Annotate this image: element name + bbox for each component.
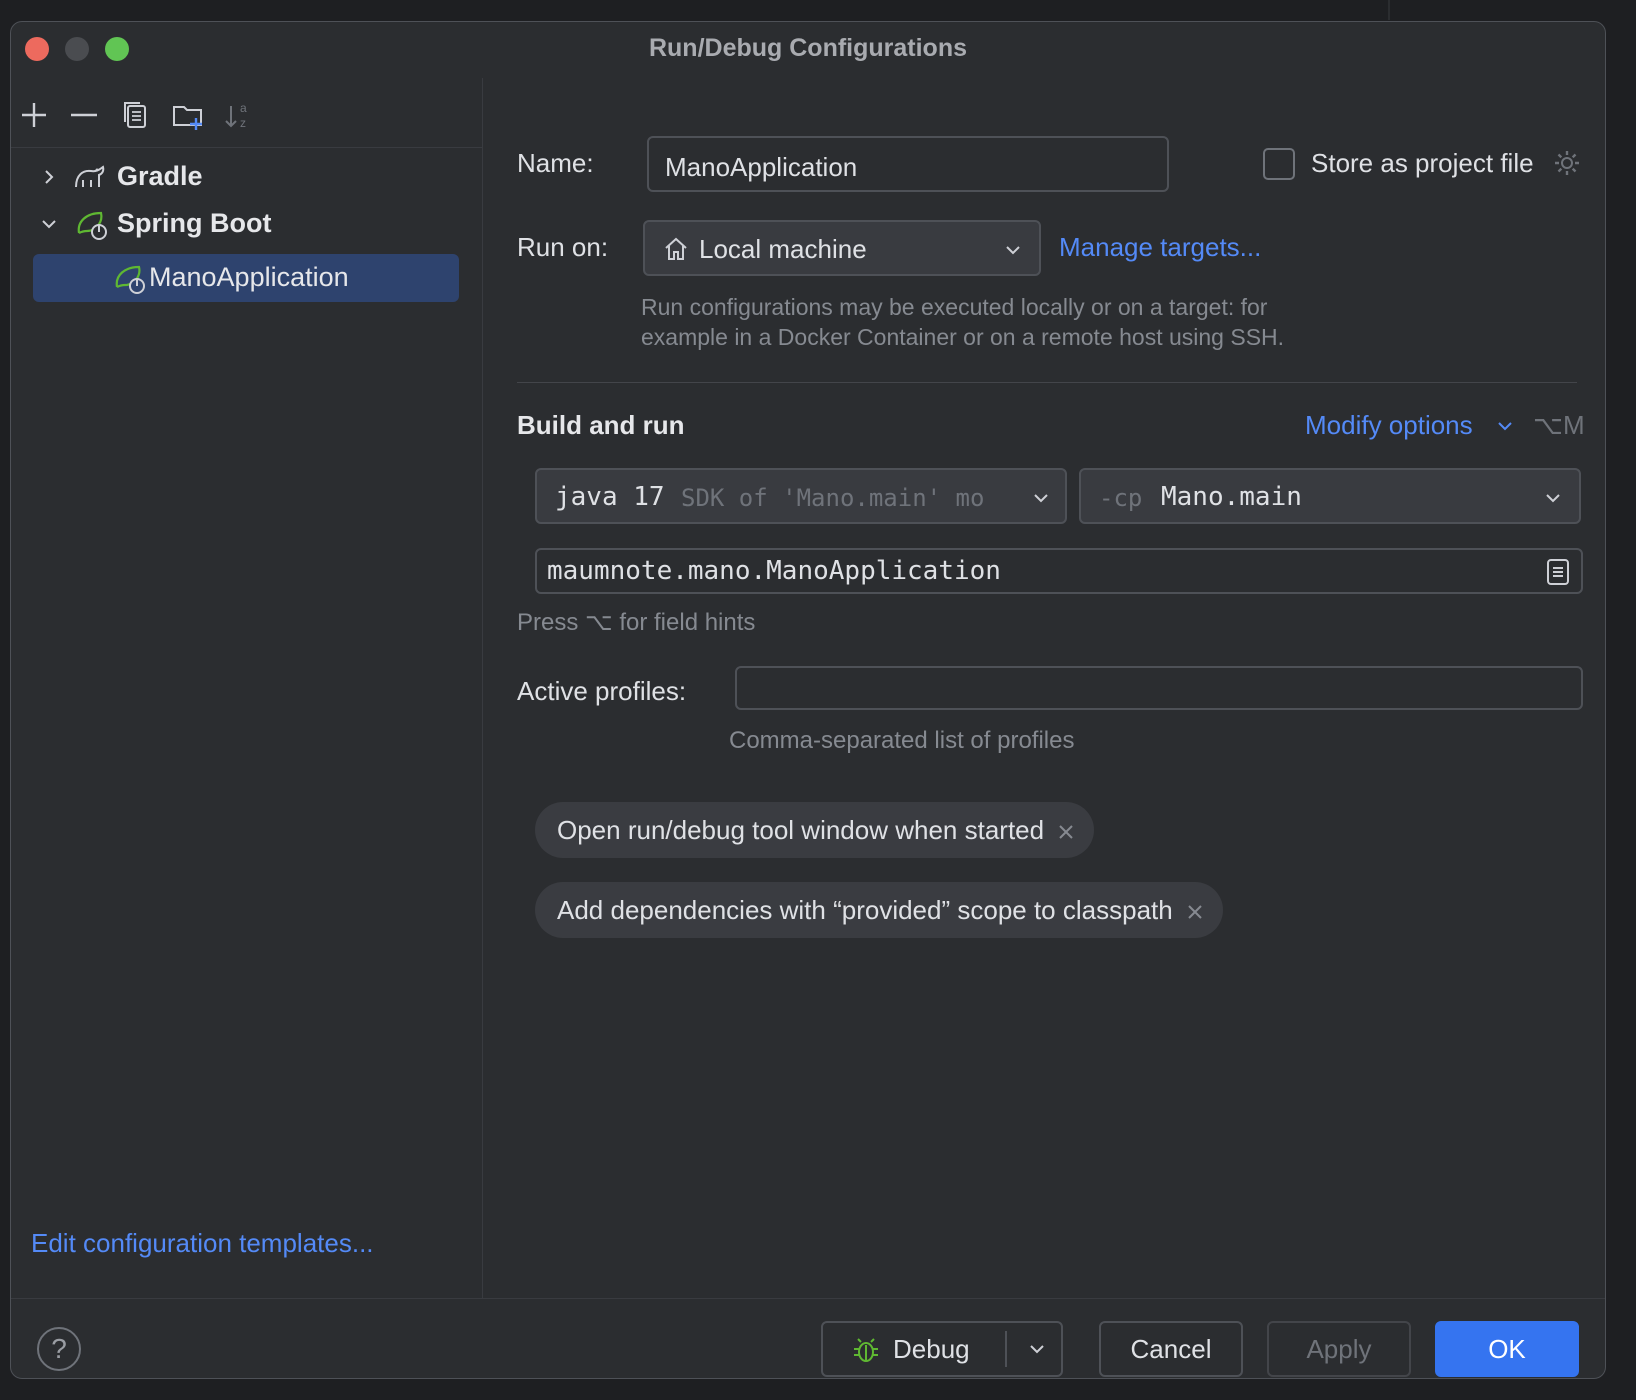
run-on-hint-line-2: example in a Docker Container or on a re… (641, 324, 1285, 350)
manage-targets-link[interactable]: Manage targets... (1059, 232, 1261, 263)
run-on-value: Local machine (699, 234, 867, 264)
chevron-down-icon[interactable] (39, 214, 59, 234)
run-on-hint-line-1: Run configurations may be executed local… (641, 294, 1268, 320)
tree-item-gradle[interactable]: Gradle (11, 154, 482, 200)
chevron-right-icon[interactable] (39, 167, 59, 187)
browse-class-icon[interactable] (1545, 558, 1571, 586)
debug-button[interactable]: Debug (823, 1323, 1003, 1375)
active-profiles-field[interactable] (735, 666, 1583, 710)
field-hint: Press ⌥ for field hints (517, 609, 756, 636)
classpath-prefix: -cp (1099, 484, 1143, 512)
spring-boot-icon (77, 211, 107, 240)
name-field[interactable]: ManoApplication (647, 136, 1169, 192)
tree-label-mano-application: ManoApplication (149, 262, 349, 292)
close-icon[interactable] (1056, 822, 1076, 842)
copy-icon[interactable] (119, 98, 153, 132)
apply-button[interactable]: Apply (1267, 1321, 1411, 1377)
chip-label: Open run/debug tool window when started (557, 815, 1045, 845)
dialog-title: Run/Debug Configurations (648, 34, 968, 62)
jdk-dropdown[interactable]: java 17 SDK of 'Mano.main' mo (535, 468, 1067, 524)
tree-label-spring-boot: Spring Boot (117, 208, 272, 238)
edit-configuration-templates-link[interactable]: Edit configuration templates... (31, 1228, 374, 1259)
classpath-value: Mano.main (1161, 482, 1302, 512)
tree-item-spring-boot[interactable]: Spring Boot (11, 201, 482, 247)
chevron-down-icon[interactable] (1495, 416, 1515, 436)
help-button[interactable]: ? (37, 1327, 81, 1371)
run-on-dropdown[interactable]: Local machine (643, 220, 1041, 276)
chip-label: Add dependencies with “provided” scope t… (557, 895, 1173, 925)
ok-button[interactable]: OK (1435, 1321, 1579, 1377)
section-separator (517, 382, 1577, 383)
background-editor-edge (1388, 0, 1390, 20)
main-class-value: maumnote.mano.ManoApplication (547, 556, 1001, 586)
debug-split-button: Debug (821, 1321, 1063, 1377)
dialog-button-bar: ? Debug Cancel Apply OK (11, 1298, 1605, 1378)
store-as-project-file-label: Store as project file (1311, 148, 1534, 178)
sort-icon[interactable]: a z (223, 98, 257, 132)
bug-icon (854, 1338, 878, 1362)
modify-options-shortcut: ⌥M (1533, 410, 1585, 440)
cancel-button[interactable]: Cancel (1099, 1321, 1243, 1377)
split-divider (1005, 1331, 1007, 1367)
name-label: Name: (517, 148, 594, 178)
gradle-icon (75, 165, 105, 188)
svg-text:a: a (240, 101, 247, 115)
spring-boot-icon (115, 265, 145, 294)
run-debug-dialog: Run/Debug Configurations a z Gradle Spri… (10, 21, 1606, 1379)
option-chip-provided-scope: Add dependencies with “provided” scope t… (535, 882, 1223, 938)
chevron-down-icon (1006, 246, 1020, 255)
store-as-project-file-checkbox[interactable] (1263, 148, 1295, 180)
option-chip-open-tool-window: Open run/debug tool window when started (535, 802, 1095, 858)
chevron-down-icon[interactable] (1027, 1339, 1047, 1359)
build-and-run-heading: Build and run (517, 410, 685, 440)
run-on-label: Run on: (517, 232, 609, 262)
modify-options-link[interactable]: Modify options (1305, 410, 1473, 441)
remove-icon[interactable] (67, 98, 101, 132)
configuration-form: Name: ManoApplication Store as project f… (483, 78, 1605, 1298)
svg-text:z: z (240, 116, 246, 130)
gear-icon[interactable] (1552, 148, 1582, 178)
jdk-value: java 17 (555, 482, 665, 512)
tree-toolbar: a z (11, 78, 482, 148)
chevron-down-icon (1034, 494, 1048, 503)
chevron-down-icon (1546, 494, 1560, 503)
configurations-tree-pane: a z Gradle Spring Boot ManoApplication E… (11, 78, 483, 1298)
add-icon[interactable] (17, 98, 51, 132)
active-profiles-label: Active profiles: (517, 676, 687, 706)
classpath-dropdown[interactable]: -cp Mano.main (1079, 468, 1581, 524)
tree-item-mano-application[interactable]: ManoApplication (11, 255, 482, 301)
new-folder-icon[interactable] (171, 98, 205, 132)
main-class-field[interactable]: maumnote.mano.ManoApplication (535, 548, 1583, 594)
jdk-hint: SDK of 'Mano.main' mo (681, 484, 985, 512)
title-bar: Run/Debug Configurations (11, 22, 1605, 72)
home-icon (665, 237, 687, 260)
debug-label: Debug (893, 1334, 970, 1364)
tree-label-gradle: Gradle (117, 161, 203, 191)
close-icon[interactable] (1185, 902, 1205, 922)
active-profiles-hint: Comma-separated list of profiles (729, 727, 1075, 754)
